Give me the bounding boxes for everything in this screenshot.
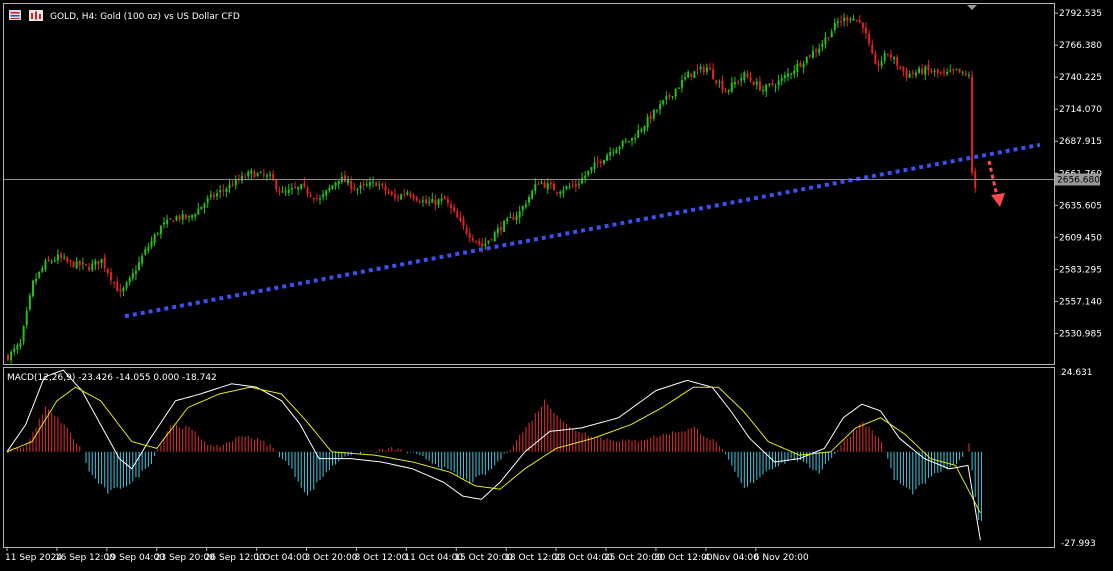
time-tick-label: 3 Oct 20:00 (305, 553, 358, 563)
price-tick-label: 2687.915 (1059, 137, 1102, 147)
candle (503, 219, 506, 233)
candle (531, 189, 534, 200)
price-tick-label: 2714.070 (1059, 105, 1102, 115)
macd-label: MACD(12,26,9) -23.426 -14.055 0.000 -18.… (7, 373, 217, 383)
candle (693, 71, 696, 79)
macd-tick-label: 24.631 (1061, 368, 1093, 378)
current-price-label: 2656.680 (1057, 175, 1100, 185)
chart-title: GOLD, H4: Gold (100 oz) vs US Dollar CFD (50, 12, 240, 22)
time-tick-label: 1 Oct 04:00 (255, 553, 308, 563)
time-tick-label: 6 Nov 20:00 (754, 553, 809, 563)
price-tick-label: 2557.140 (1059, 297, 1102, 307)
candle (493, 230, 496, 243)
price-tick-label: 2609.450 (1059, 233, 1102, 243)
candle (971, 70, 974, 176)
macd-tick-label: -27.993 (1061, 539, 1096, 549)
time-tick-label: 11 Sep 2024 (5, 553, 62, 563)
chart-type-icon[interactable] (29, 10, 43, 21)
time-tick-label: 8 Oct 12:00 (354, 553, 407, 563)
price-tick-label: 2530.985 (1059, 329, 1102, 339)
current-price-badge: 2656.680 (1055, 173, 1100, 186)
trading-chart[interactable]: GOLD, H4: Gold (100 oz) vs US Dollar CFD… (0, 0, 1113, 571)
price-tick-label: 2766.380 (1059, 41, 1102, 51)
price-tick-label: 2740.225 (1059, 73, 1102, 83)
candle (72, 260, 75, 268)
price-tick-label: 2635.605 (1059, 201, 1102, 211)
candle (28, 293, 31, 312)
symbol-menu-icon[interactable] (9, 10, 21, 20)
price-tick-label: 2792.535 (1059, 9, 1102, 19)
time-axis: 11 Sep 202416 Sep 12:0019 Sep 04:0023 Se… (5, 547, 809, 563)
candle (200, 206, 203, 210)
price-tick-label: 2583.295 (1059, 265, 1102, 275)
macd-axis: 24.631 -27.993 (1061, 368, 1096, 549)
candle (31, 279, 34, 298)
time-tick-label: 4 Nov 04:00 (704, 553, 759, 563)
candle (331, 184, 334, 190)
